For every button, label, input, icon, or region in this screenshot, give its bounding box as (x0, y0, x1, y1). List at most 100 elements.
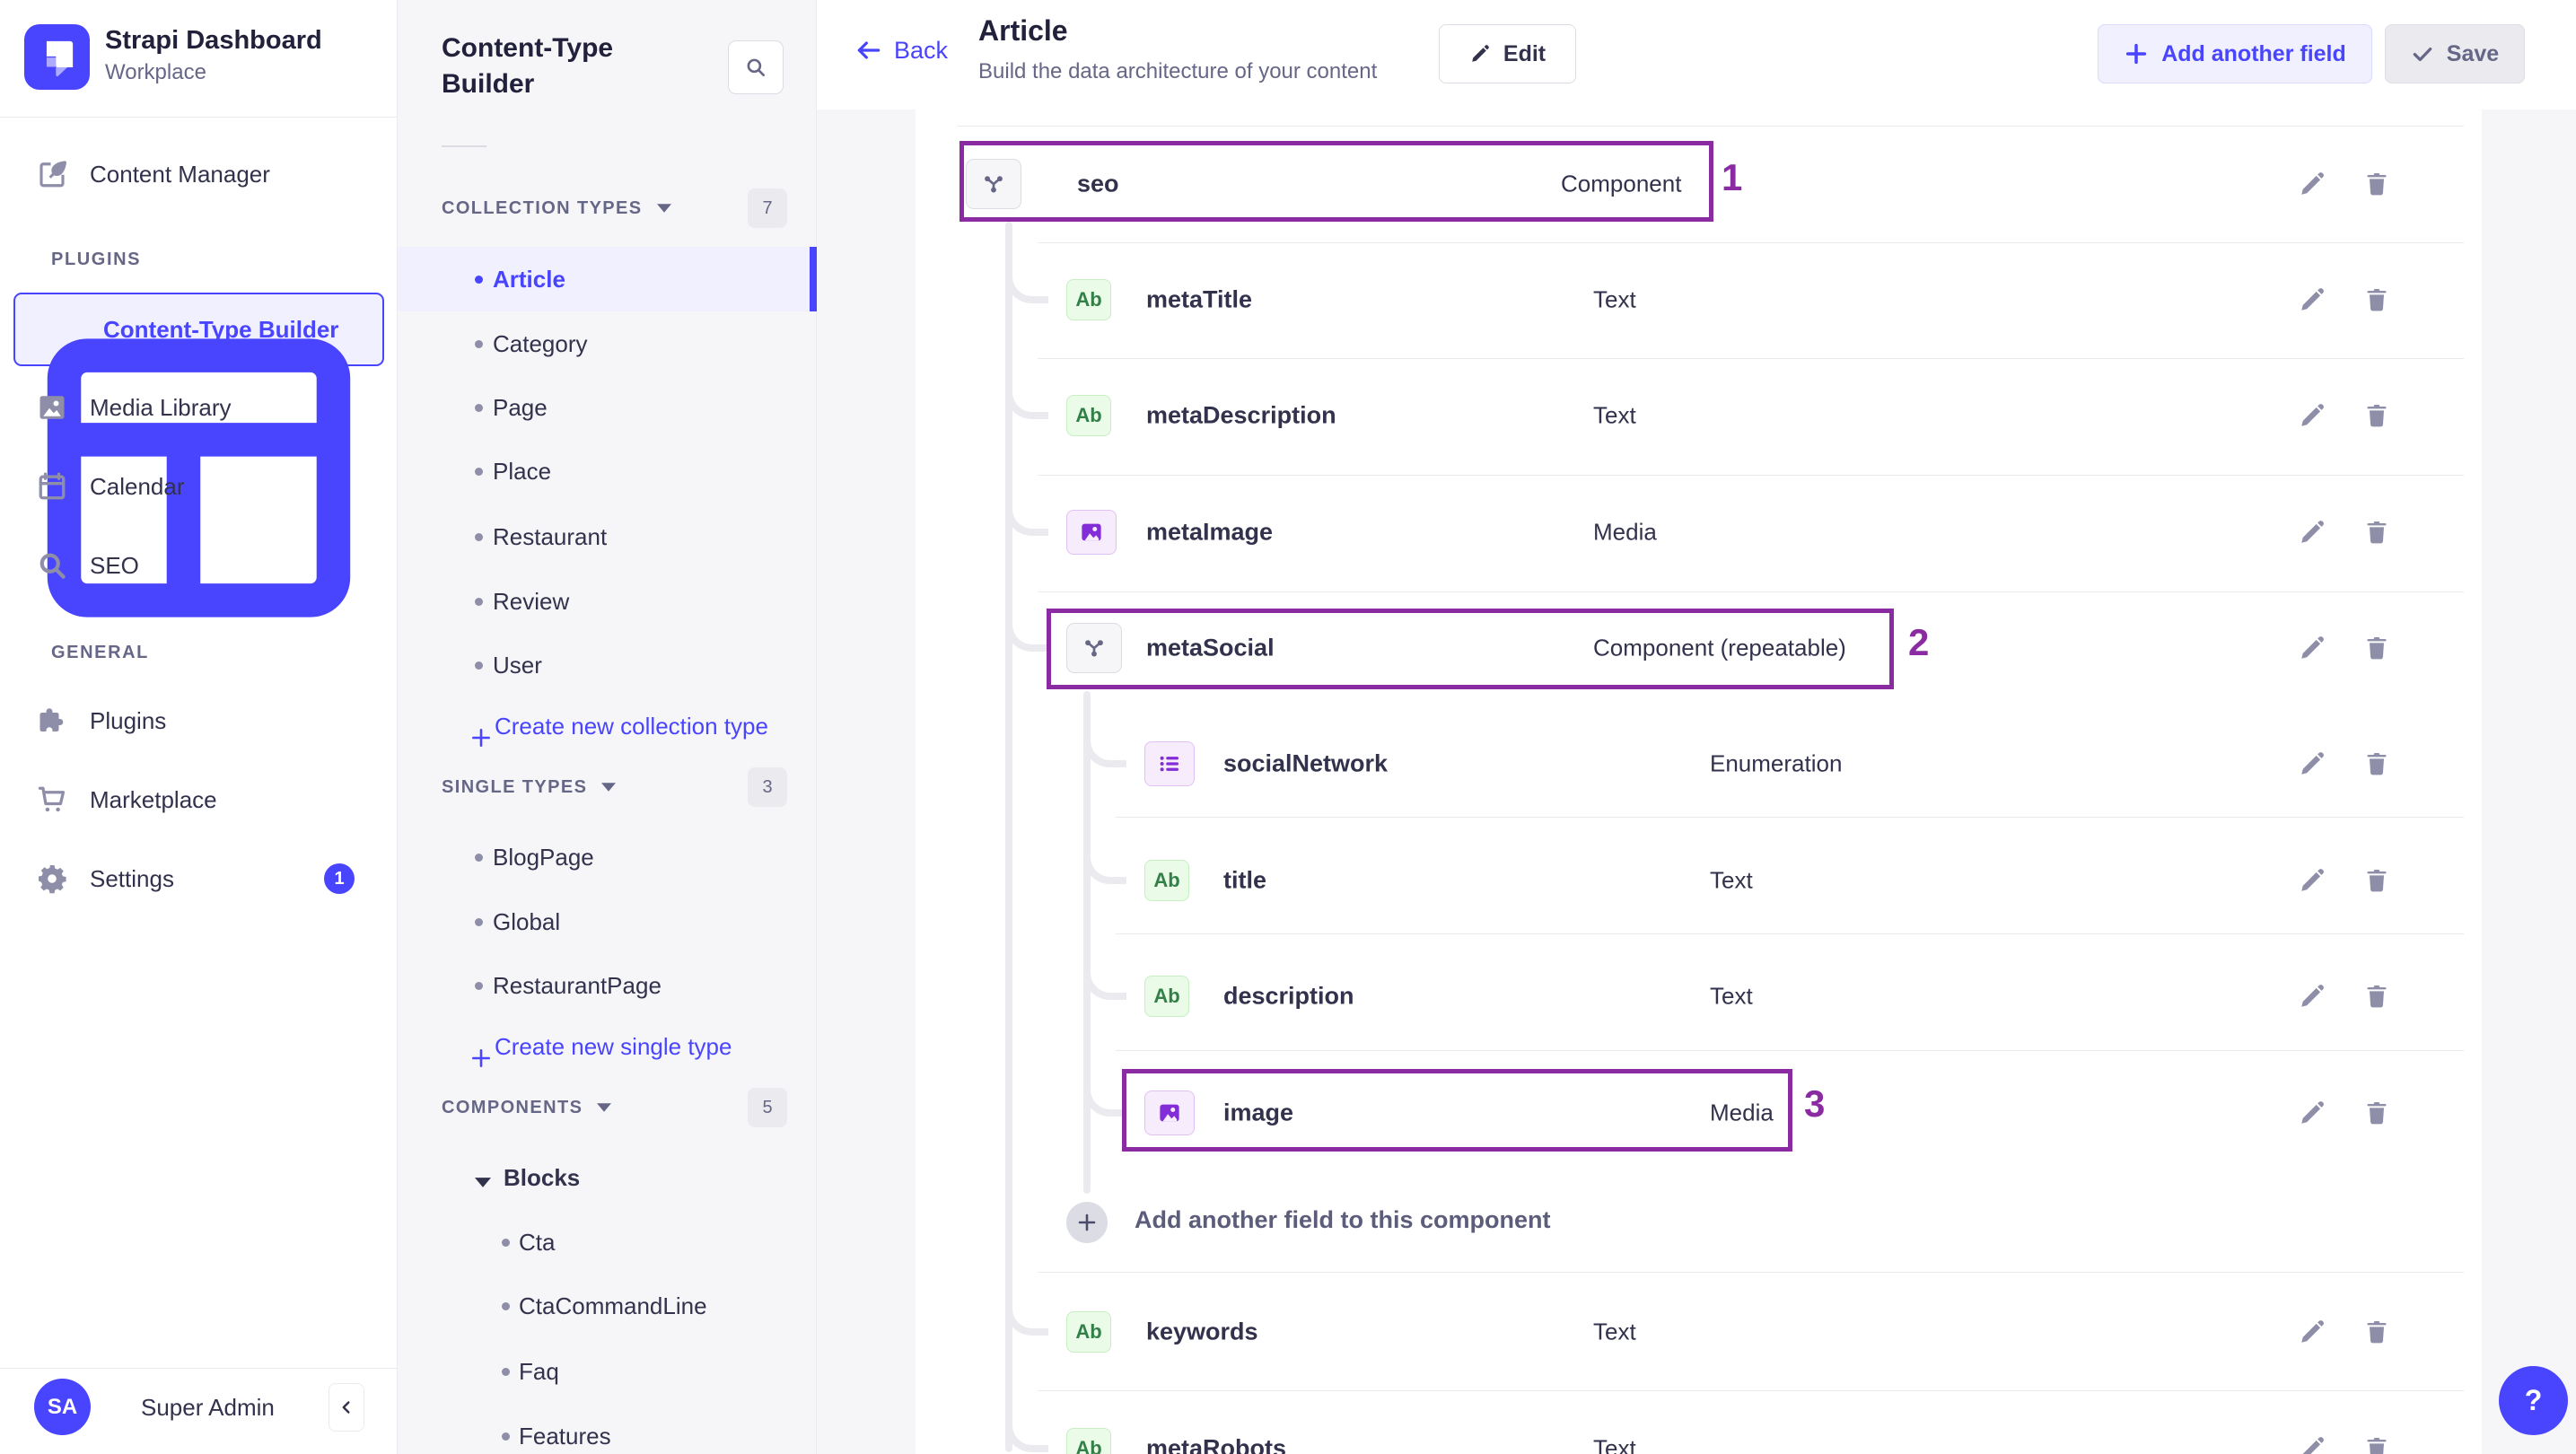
edit-field-button[interactable] (2292, 280, 2332, 320)
edit-field-button[interactable] (2292, 1429, 2332, 1454)
sidebar-item-category[interactable]: Category (398, 311, 817, 376)
add-field-to-component-label[interactable]: Add another field to this component (1135, 1206, 1550, 1234)
single-count-badge: 3 (748, 767, 787, 807)
help-button[interactable]: ? (2499, 1366, 2568, 1435)
delete-field-button[interactable] (2357, 164, 2396, 204)
nav-item-calendar[interactable]: Calendar (0, 454, 398, 519)
edit-field-button[interactable] (2292, 628, 2332, 668)
nav-section-general: GENERAL (51, 642, 149, 662)
edit-field-button[interactable] (2292, 861, 2332, 900)
link-label: Create new single type (495, 1032, 732, 1060)
edit-field-button[interactable] (2292, 1312, 2332, 1352)
item-label: CtaCommandLine (519, 1292, 707, 1319)
calendar-icon (36, 470, 68, 503)
delete-field-button[interactable] (2357, 1312, 2396, 1352)
sidebar-item-faq[interactable]: Faq (398, 1339, 817, 1404)
delete-field-button[interactable] (2357, 280, 2396, 320)
field-type: Media (1710, 1099, 1774, 1126)
sidebar-item-user[interactable]: User (398, 633, 817, 697)
save-button[interactable]: Save (2385, 24, 2525, 83)
add-another-field-button[interactable]: Add another field (2098, 24, 2372, 83)
nav-item-marketplace[interactable]: Marketplace (0, 767, 398, 832)
field-row-metasocial: metaSocial Component (repeatable) (916, 608, 2482, 688)
edit-field-button[interactable] (2292, 396, 2332, 435)
plus-icon (2124, 41, 2149, 66)
sidebar-item-article[interactable]: Article (398, 247, 817, 311)
check-icon (2411, 42, 2434, 66)
component-field-icon (966, 159, 1021, 209)
section-single-types[interactable]: SINGLE TYPES (442, 767, 617, 807)
item-label: Features (519, 1422, 611, 1450)
field-name: description (1223, 982, 1354, 1010)
bullet-icon (502, 1301, 510, 1310)
nav-item-content-type-builder[interactable]: Content-Type Builder (13, 293, 384, 618)
sidebar-item-page[interactable]: Page (398, 375, 817, 440)
delete-field-button[interactable] (2357, 628, 2396, 668)
delete-field-button[interactable] (2357, 512, 2396, 552)
bullet-icon (475, 597, 483, 606)
item-label: Global (493, 907, 561, 935)
nav-label: Marketplace (90, 785, 217, 813)
sidebar-item-global[interactable]: Global (398, 889, 817, 954)
enumeration-field-icon (1144, 741, 1195, 786)
nav-label: Calendar (90, 472, 185, 500)
back-link[interactable]: Back (854, 36, 948, 65)
bullet-icon (475, 532, 483, 541)
field-type: Media (1593, 518, 1657, 546)
field-name: title (1223, 866, 1267, 894)
nav-item-content-manager[interactable]: Content Manager (0, 142, 398, 206)
divider (1116, 1050, 2464, 1051)
sidebar-item-place[interactable]: Place (398, 439, 817, 504)
nav-item-seo[interactable]: SEO (0, 533, 398, 598)
page-title: Article (978, 14, 1068, 47)
link-label: Create new collection type (495, 712, 768, 740)
section-collection-types[interactable]: COLLECTION TYPES (442, 188, 671, 228)
delete-field-button[interactable] (2357, 1429, 2396, 1454)
create-collection-type-link[interactable]: Create new collection type (398, 697, 817, 755)
edit-field-button[interactable] (2292, 977, 2332, 1016)
bullet-icon (475, 917, 483, 926)
sidebar-item-features[interactable]: Features (398, 1404, 817, 1454)
collection-count-badge: 7 (748, 188, 787, 228)
item-label: Cta (519, 1228, 556, 1256)
field-name: metaRobots (1146, 1434, 1287, 1454)
create-single-type-link[interactable]: Create new single type (398, 1018, 817, 1075)
field-row-metaimage: metaImage Media (916, 492, 2482, 573)
sidebar-item-cta[interactable]: Cta (398, 1210, 817, 1274)
delete-field-button[interactable] (2357, 977, 2396, 1016)
media-field-icon (1066, 510, 1117, 555)
edit-field-button[interactable] (2292, 1093, 2332, 1133)
settings-badge: 1 (324, 863, 355, 894)
page-subtitle: Build the data architecture of your cont… (978, 59, 1378, 83)
collapse-sidebar-button[interactable] (329, 1383, 364, 1432)
sidebar-item-restaurant[interactable]: Restaurant (398, 504, 817, 569)
edit-button[interactable]: Edit (1439, 24, 1576, 83)
component-group-blocks[interactable]: Blocks (398, 1145, 817, 1210)
user-name: Super Admin (141, 1394, 275, 1421)
divider (1038, 591, 2464, 592)
edit-field-button[interactable] (2292, 512, 2332, 552)
avatar[interactable]: SA (34, 1379, 91, 1435)
divider (1038, 358, 2464, 359)
add-field-to-component-button[interactable] (1066, 1202, 1108, 1243)
nav-item-media-library[interactable]: Media Library (0, 375, 398, 440)
section-components[interactable]: COMPONENTS (442, 1088, 612, 1127)
sidebar-item-review[interactable]: Review (398, 569, 817, 634)
media-field-icon (1144, 1090, 1195, 1135)
field-row-description: Ab description Text (916, 956, 2482, 1037)
nav-item-settings[interactable]: Settings 1 (0, 846, 398, 911)
nav-item-plugins[interactable]: Plugins (0, 688, 398, 753)
nav-section-plugins: PLUGINS (51, 249, 142, 269)
sidebar-item-restaurantpage[interactable]: RestaurantPage (398, 953, 817, 1018)
text-field-icon: Ab (1144, 976, 1189, 1017)
sidebar-item-ctacommandline[interactable]: CtaCommandLine (398, 1274, 817, 1338)
delete-field-button[interactable] (2357, 744, 2396, 784)
delete-field-button[interactable] (2357, 1093, 2396, 1133)
delete-field-button[interactable] (2357, 861, 2396, 900)
field-row-image: image Media (916, 1073, 2482, 1153)
delete-field-button[interactable] (2357, 396, 2396, 435)
edit-field-button[interactable] (2292, 164, 2332, 204)
sidebar-item-blogpage[interactable]: BlogPage (398, 825, 817, 889)
edit-field-button[interactable] (2292, 744, 2332, 784)
search-button[interactable] (728, 40, 784, 94)
